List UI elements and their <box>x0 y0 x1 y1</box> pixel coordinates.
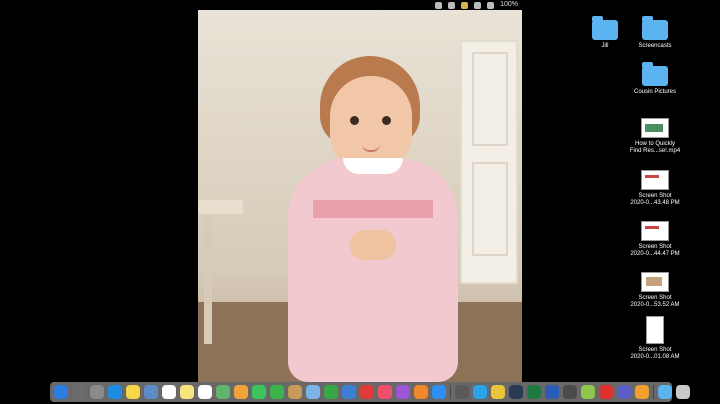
finder-icon[interactable] <box>54 385 68 399</box>
messages-icon[interactable] <box>252 385 266 399</box>
dock-separator <box>653 385 654 399</box>
image-capture-icon[interactable] <box>144 385 158 399</box>
menu-bar: 100% <box>198 0 522 10</box>
desktop-item-screenshot[interactable]: Screen Shot 2020-0...53.52 AM <box>620 272 690 309</box>
word-icon[interactable] <box>545 385 559 399</box>
status-icon[interactable] <box>461 1 469 9</box>
contacts-icon[interactable] <box>288 385 302 399</box>
chrome-icon[interactable] <box>491 385 505 399</box>
desktop-icons: Jill Screencasts Cousin Pictures How to … <box>592 0 720 370</box>
settings-icon[interactable] <box>635 385 649 399</box>
desktop-item-label: Jill <box>601 43 609 49</box>
door-panel <box>472 162 508 256</box>
screenshot-thumbnail-icon <box>641 272 669 292</box>
video-thumbnail-icon <box>641 118 669 138</box>
app-store-icon[interactable] <box>432 385 446 399</box>
desktop-item-label: Screen Shot 2020-0...43.48 PM <box>630 193 680 206</box>
desktop-item-label: Screen Shot 2020-0...53.52 AM <box>630 295 680 308</box>
launchpad-icon[interactable] <box>72 385 86 399</box>
chair-seat <box>198 200 243 214</box>
wifi-icon[interactable] <box>487 1 495 9</box>
keynote-icon[interactable] <box>342 385 356 399</box>
status-icon[interactable] <box>435 1 443 9</box>
child-hands <box>350 230 396 260</box>
finder-window-icon[interactable] <box>306 385 320 399</box>
child-eye <box>350 116 359 125</box>
desktop-item-label: How to Quickly Find Res...se!.mp4 <box>629 141 681 154</box>
desktop-wallpaper <box>198 10 522 382</box>
photos-icon[interactable] <box>234 385 248 399</box>
no-entry-icon[interactable] <box>360 385 374 399</box>
child-dress <box>288 158 458 382</box>
calendar-icon[interactable] <box>162 385 176 399</box>
desktop-item-screenshot[interactable]: Screen Shot 2020-0...44.47 PM <box>620 221 690 258</box>
folder-icon <box>592 16 618 40</box>
podcasts-icon[interactable] <box>396 385 410 399</box>
desktop-item-video[interactable]: How to Quickly Find Res...se!.mp4 <box>620 118 690 155</box>
dress-collar <box>343 158 403 174</box>
dress-smocking <box>313 200 433 218</box>
desktop-item-cousin-pictures[interactable]: Cousin Pictures <box>620 62 690 96</box>
screenshot-thumbnail-icon <box>646 316 664 344</box>
desktop-item-label: Screen Shot 2020-0...44.47 PM <box>630 244 680 257</box>
android-file-transfer-icon[interactable] <box>581 385 595 399</box>
desktop-item-label: Cousin Pictures <box>633 89 677 95</box>
folder-icon <box>642 16 668 40</box>
teams-icon[interactable] <box>617 385 631 399</box>
downloads-folder-icon[interactable] <box>658 385 672 399</box>
trash-icon[interactable] <box>676 385 690 399</box>
skype-icon[interactable] <box>473 385 487 399</box>
door-panel <box>472 52 508 146</box>
menu-bar-status-icons: 100% <box>435 1 518 9</box>
dock-separator <box>450 385 451 399</box>
screenshot-thumbnail-icon <box>641 170 669 190</box>
stickies-icon[interactable] <box>180 385 194 399</box>
status-icon[interactable] <box>474 1 482 9</box>
system-preferences-icon[interactable] <box>90 385 104 399</box>
excel-icon[interactable] <box>527 385 541 399</box>
wallpaper-child-photo <box>278 48 468 382</box>
numbers-icon[interactable] <box>324 385 338 399</box>
desktop-item-screencasts[interactable]: Screencasts <box>620 16 690 50</box>
chair-leg <box>204 214 212 344</box>
steam-icon[interactable] <box>509 385 523 399</box>
maps-icon[interactable] <box>216 385 230 399</box>
child-mouth <box>362 144 380 152</box>
desktop-item-label: Screencasts <box>638 43 672 49</box>
wallpaper-chair <box>198 200 243 350</box>
music-icon[interactable] <box>378 385 392 399</box>
desktop-item-screenshot[interactable]: Screen Shot 2020-0...01.08 AM <box>620 316 690 361</box>
screenshot-thumbnail-icon <box>641 221 669 241</box>
folder-icon <box>642 62 668 86</box>
wallpaper-door <box>460 40 518 284</box>
safari-icon[interactable] <box>108 385 122 399</box>
screenflow-icon[interactable] <box>455 385 469 399</box>
quicktime-icon[interactable] <box>563 385 577 399</box>
facetime-icon[interactable] <box>270 385 284 399</box>
desktop-item-screenshot[interactable]: Screen Shot 2020-0...43.48 PM <box>620 170 690 207</box>
notes-icon[interactable] <box>126 385 140 399</box>
dock <box>50 382 690 402</box>
reminders-icon[interactable] <box>198 385 212 399</box>
status-icon[interactable] <box>448 1 456 9</box>
task-icon[interactable] <box>599 385 613 399</box>
child-eye <box>382 116 391 125</box>
desktop-item-label: Screen Shot 2020-0...01.08 AM <box>630 347 680 360</box>
books-icon[interactable] <box>414 385 428 399</box>
battery-percent[interactable]: 100% <box>500 1 518 9</box>
